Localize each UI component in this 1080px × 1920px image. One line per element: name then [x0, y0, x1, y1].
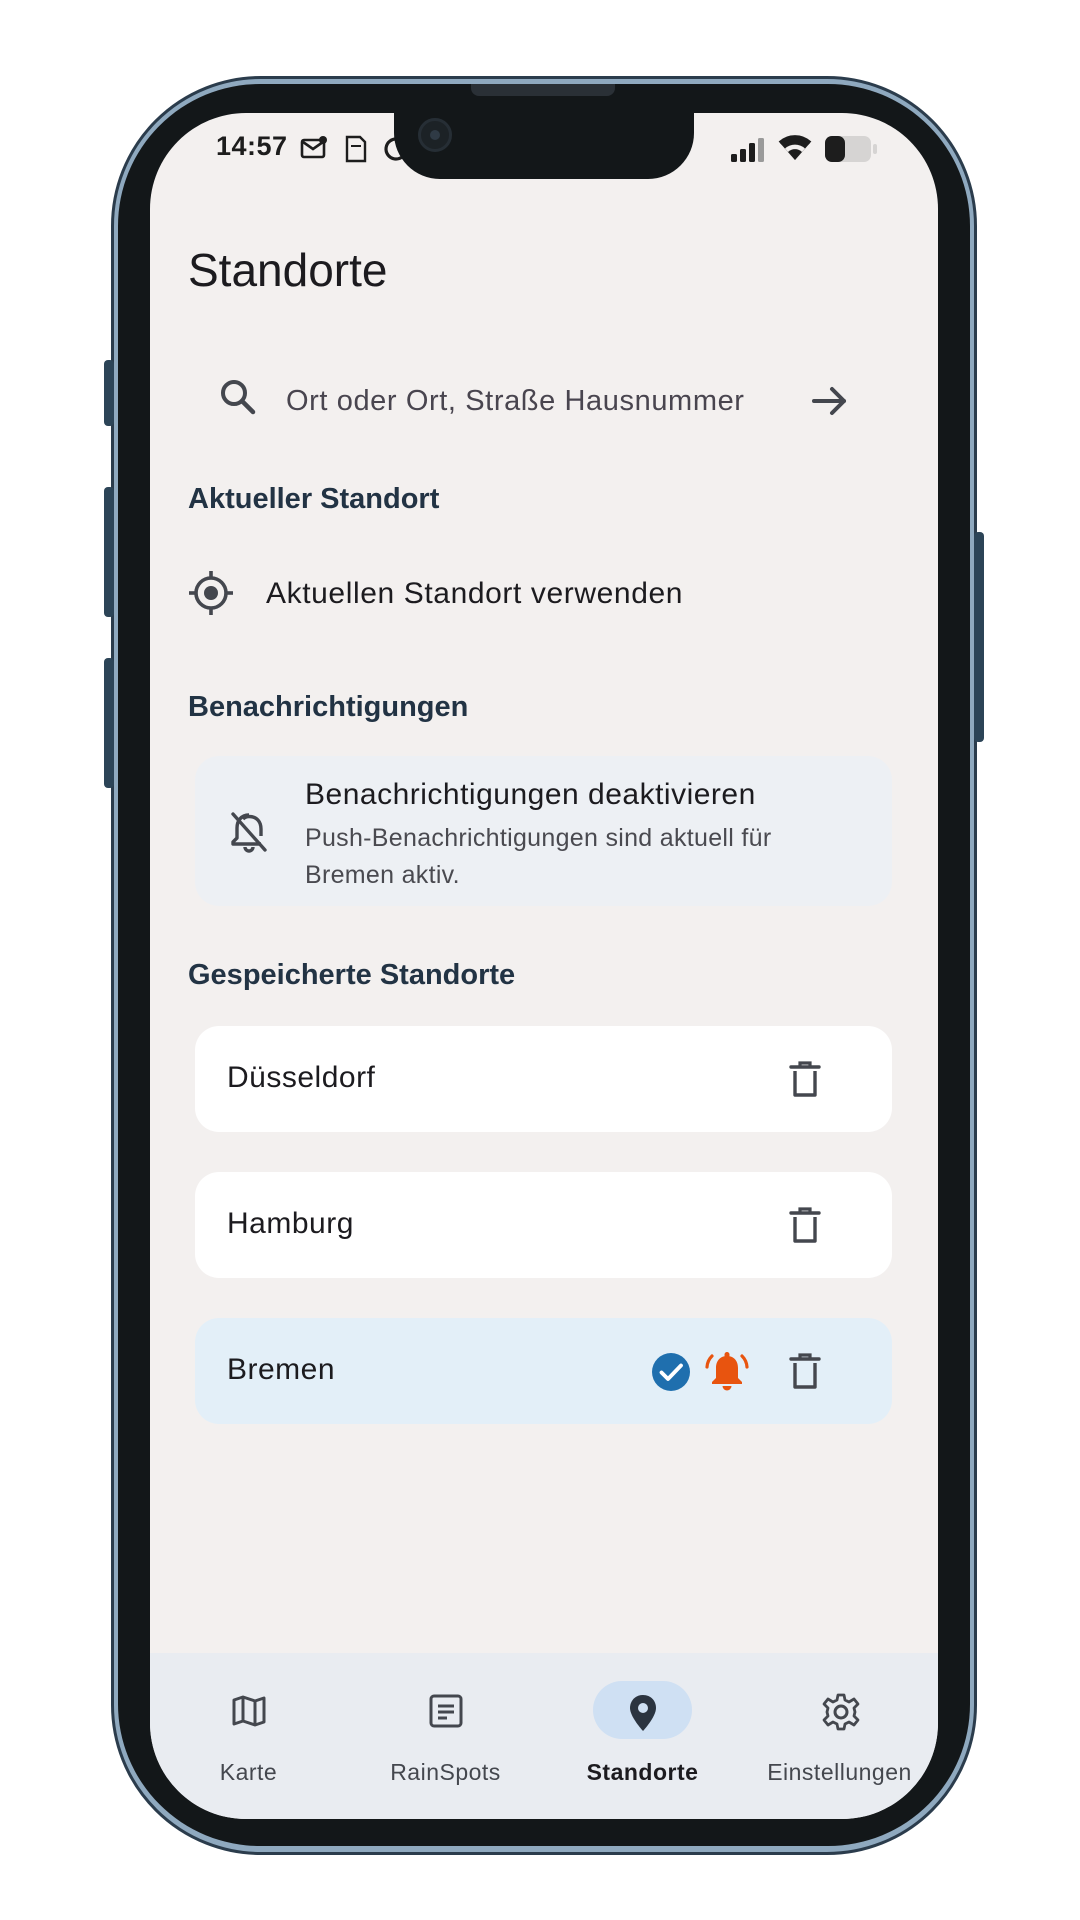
saved-location-dusseldorf[interactable]: Düsseldorf: [195, 1026, 892, 1132]
page-title: Standorte: [188, 244, 388, 296]
volume-up-button: [104, 487, 114, 617]
saved-location-name: Hamburg: [227, 1207, 354, 1240]
trash-icon[interactable]: [785, 1059, 825, 1104]
nav-label: Einstellungen: [767, 1759, 912, 1785]
search-bar[interactable]: [188, 353, 900, 449]
search-icon: [216, 375, 260, 424]
signal-icon: [730, 137, 766, 168]
front-camera: [418, 118, 452, 152]
disable-notifications-card[interactable]: Benachrichtigungen deaktivieren Push-Ben…: [195, 756, 892, 906]
bell-ringing-icon[interactable]: [705, 1350, 749, 1399]
volume-down-button: [104, 658, 114, 788]
nav-label: Karte: [219, 1759, 278, 1785]
status-time: 14:57: [216, 131, 288, 161]
speaker-grille: [471, 84, 615, 96]
saved-location-name: Düsseldorf: [227, 1061, 376, 1094]
use-current-location-label: Aktuellen Standort verwenden: [266, 577, 684, 610]
battery-icon: [824, 135, 878, 168]
mute-switch: [104, 360, 114, 426]
bell-off-icon: [229, 811, 269, 858]
crosshair-icon: [188, 570, 234, 621]
search-input[interactable]: [286, 379, 806, 423]
mail-icon: [300, 135, 328, 166]
nav-item-karte[interactable]: Karte: [150, 1653, 347, 1819]
power-button: [974, 532, 984, 742]
disable-notifications-subtitle: Push-Benachrichtigungen sind aktuell für…: [305, 824, 772, 889]
section-title-current-location: Aktueller Standort: [188, 483, 440, 515]
trash-icon[interactable]: [785, 1351, 825, 1396]
check-circle-icon: [651, 1352, 691, 1397]
wifi-icon: [777, 133, 813, 168]
saved-location-hamburg[interactable]: Hamburg: [195, 1172, 892, 1278]
location-pin-icon: [625, 1693, 661, 1738]
nav-label: RainSpots: [390, 1759, 501, 1785]
bottom-navigation: Karte RainSpots Standorte Einstellungen: [150, 1653, 938, 1819]
map-icon: [231, 1693, 267, 1734]
nav-item-rainspots[interactable]: RainSpots: [347, 1653, 544, 1819]
nav-item-einstellungen[interactable]: Einstellungen: [741, 1653, 938, 1819]
saved-location-name: Bremen: [227, 1353, 336, 1386]
arrow-right-icon[interactable]: [806, 377, 854, 430]
screen: 14:57 Standorte Aktueller Standort Aktue…: [150, 113, 938, 1819]
gear-icon: [822, 1693, 860, 1736]
use-current-location-button[interactable]: Aktuellen Standort verwenden: [188, 553, 900, 633]
section-title-notifications: Benachrichtigungen: [188, 691, 469, 723]
saved-location-bremen[interactable]: Bremen: [195, 1318, 892, 1424]
sim-card-icon: [344, 135, 368, 168]
trash-icon[interactable]: [785, 1205, 825, 1250]
notes-icon: [428, 1693, 464, 1734]
section-title-saved-locations: Gespeicherte Standorte: [188, 959, 516, 991]
nav-item-standorte[interactable]: Standorte: [544, 1653, 741, 1819]
nav-label: Standorte: [586, 1759, 699, 1785]
disable-notifications-title: Benachrichtigungen deaktivieren: [305, 778, 756, 811]
